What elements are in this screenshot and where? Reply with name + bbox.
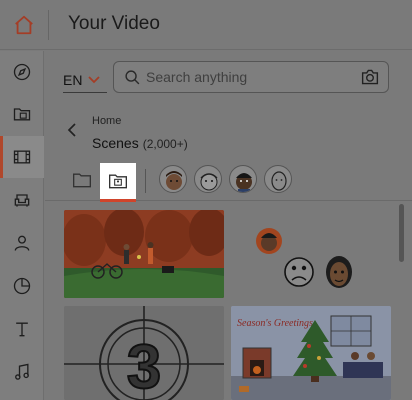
home-button[interactable] bbox=[0, 0, 48, 50]
sidebar-item-music[interactable] bbox=[0, 351, 44, 393]
park-scene-illustration bbox=[64, 210, 224, 298]
section-heading: Scenes (2,000+) bbox=[92, 135, 188, 151]
tab-scene-templates[interactable] bbox=[100, 163, 136, 199]
folder-icon bbox=[73, 173, 91, 188]
scrollbar-thumb[interactable] bbox=[399, 204, 404, 262]
character-face-icon bbox=[200, 173, 218, 191]
character-face-icon bbox=[166, 171, 182, 190]
chevron-left-icon bbox=[67, 123, 76, 137]
character-face-icon bbox=[271, 171, 287, 191]
scene-thumb-park[interactable] bbox=[64, 210, 224, 298]
music-note-icon bbox=[15, 363, 29, 380]
section-count: (2,000+) bbox=[142, 137, 188, 151]
svg-text:3: 3 bbox=[127, 333, 161, 400]
header-divider bbox=[48, 10, 49, 40]
left-sidebar bbox=[0, 51, 44, 400]
sidebar-item-scenes[interactable] bbox=[0, 136, 44, 178]
armchair-icon bbox=[14, 194, 30, 207]
language-select[interactable]: EN bbox=[63, 67, 107, 93]
character-filter-3[interactable] bbox=[229, 165, 257, 193]
sidebar-item-explore[interactable] bbox=[0, 51, 44, 93]
scene-thumb-seasons-greetings[interactable]: Season's Greetings bbox=[231, 306, 391, 400]
top-bar: Your Video bbox=[0, 0, 412, 50]
section-title: Scenes bbox=[92, 135, 139, 151]
home-icon bbox=[15, 15, 33, 35]
asset-browser: EN Home Scenes(2,000+) bbox=[45, 51, 412, 400]
sidebar-item-my-videos[interactable] bbox=[0, 93, 44, 135]
scene-thumb-countdown[interactable]: 3 bbox=[64, 306, 224, 400]
person-icon bbox=[14, 235, 30, 251]
back-button[interactable] bbox=[67, 123, 77, 142]
scene-grid: 3 Season's Greetings bbox=[45, 202, 405, 400]
character-filter-2[interactable] bbox=[194, 165, 222, 193]
character-filter-1[interactable] bbox=[159, 165, 187, 193]
film-icon bbox=[13, 150, 31, 164]
tab-divider bbox=[145, 169, 146, 193]
text-icon bbox=[16, 322, 28, 337]
video-folder-icon bbox=[13, 108, 31, 121]
holiday-illustration: Season's Greetings bbox=[231, 306, 391, 400]
sidebar-item-characters[interactable] bbox=[0, 222, 44, 264]
greeting-caption: Season's Greetings bbox=[237, 318, 313, 329]
character-filter-4[interactable] bbox=[264, 165, 292, 193]
scene-thumb-characters[interactable] bbox=[231, 210, 399, 298]
scene-folder-icon bbox=[109, 174, 127, 189]
breadcrumb[interactable]: Home bbox=[92, 115, 121, 127]
character-face-icon bbox=[236, 173, 252, 192]
page-title: Your Video bbox=[68, 13, 160, 34]
search-icon bbox=[125, 70, 140, 85]
tab-folders[interactable] bbox=[65, 165, 99, 195]
chevron-down-icon bbox=[88, 75, 101, 83]
countdown-illustration: 3 bbox=[64, 306, 224, 400]
emoji-characters-illustration bbox=[256, 228, 352, 288]
category-tabs bbox=[45, 159, 412, 202]
grid-scrollbar[interactable] bbox=[399, 202, 405, 400]
sidebar-item-text[interactable] bbox=[0, 308, 44, 350]
pie-chart-icon bbox=[13, 277, 31, 295]
search-input[interactable] bbox=[146, 67, 351, 87]
compass-icon bbox=[13, 63, 31, 81]
search-box bbox=[113, 61, 389, 93]
camera-icon[interactable] bbox=[360, 68, 380, 86]
language-value: EN bbox=[63, 71, 83, 88]
sidebar-item-props[interactable] bbox=[0, 179, 44, 221]
sidebar-item-charts[interactable] bbox=[0, 265, 44, 307]
